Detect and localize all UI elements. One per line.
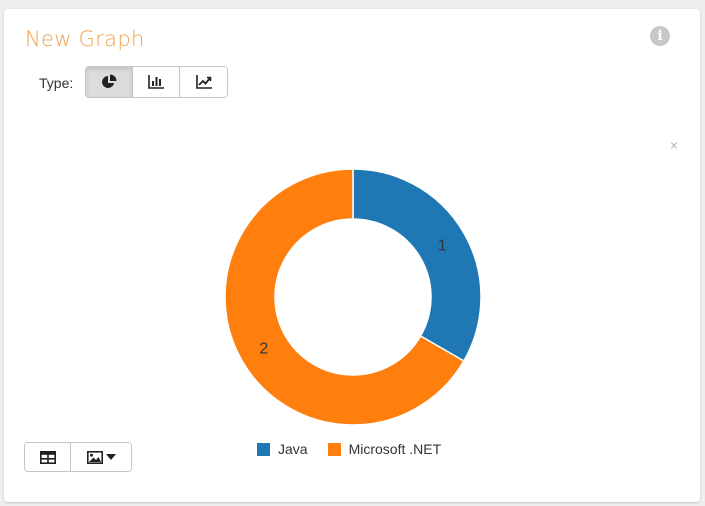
pie-chart-icon	[102, 74, 117, 88]
donut-chart: 12	[224, 168, 482, 426]
export-toolbar	[24, 442, 132, 472]
legend-swatch-java	[257, 442, 270, 456]
legend-item-dotnet[interactable]: Microsoft .NET	[327, 441, 442, 457]
bar-chart-icon	[148, 75, 164, 89]
line-chart-type-button[interactable]	[180, 67, 227, 97]
bar-chart-type-button[interactable]	[133, 67, 180, 97]
data-label-dotnet: 2	[259, 341, 268, 358]
close-icon[interactable]: ×	[670, 137, 678, 153]
graph-card: New Graph i Type: × 12 Java Microsoft .N…	[4, 9, 700, 502]
graph-title: New Graph	[25, 27, 145, 51]
image-icon	[86, 450, 103, 464]
chart-type-selector	[85, 66, 228, 98]
line-chart-icon	[195, 75, 212, 89]
pie-chart-type-button[interactable]	[86, 67, 133, 97]
legend-item-java[interactable]: Java	[257, 441, 308, 457]
legend-swatch-dotnet	[327, 442, 341, 456]
export-image-dropdown[interactable]	[71, 443, 131, 471]
table-view-button[interactable]	[25, 443, 71, 471]
legend-label-dotnet: Microsoft .NET	[348, 441, 442, 457]
chart-legend: Java Microsoft .NET	[257, 441, 441, 457]
type-label: Type:	[39, 75, 74, 91]
donut-slice-java[interactable]	[352, 168, 482, 363]
table-icon	[39, 450, 56, 464]
caret-down-icon	[105, 454, 116, 460]
legend-label-java: Java	[278, 441, 308, 457]
data-label-java: 1	[438, 238, 447, 255]
info-icon[interactable]: i	[650, 26, 670, 46]
